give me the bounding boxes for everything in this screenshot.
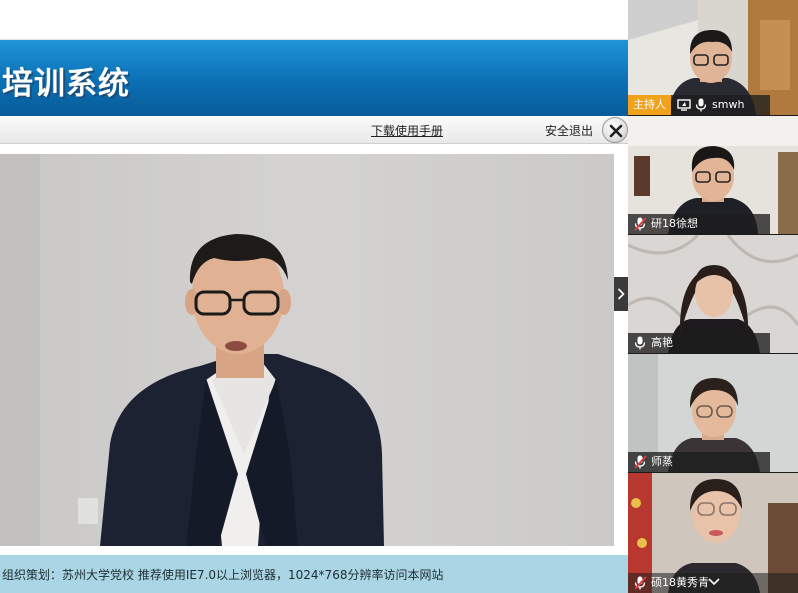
speaker-video-frame <box>0 154 614 546</box>
participant-namebar: 硕18黄秀青 <box>628 573 798 593</box>
main-video <box>0 154 614 546</box>
meeting-window: 培训系统 下载使用手册 安全退出 组织策划：苏州大学党校 推荐使用IE7.0以上… <box>0 0 798 593</box>
microphone-muted-icon <box>634 217 647 231</box>
chevron-right-icon <box>617 288 625 300</box>
participant-name: 硕18黄秀青 <box>651 576 709 589</box>
participant-name: 高艳 <box>651 336 673 349</box>
microphone-icon <box>695 98 707 112</box>
participant-namebar: 主持人 smwh <box>628 95 770 115</box>
participant-name: 研18徐想 <box>651 217 698 230</box>
microphone-muted-icon <box>634 455 647 469</box>
participant-tile[interactable]: 研18徐想 <box>628 116 798 234</box>
microphone-icon <box>634 336 646 350</box>
microphone-muted-icon <box>634 576 647 590</box>
participant-tile[interactable]: 主持人 smwh <box>628 0 798 115</box>
collapse-panel-toggle[interactable] <box>614 277 628 311</box>
browser-top-strip <box>0 0 628 40</box>
close-button[interactable] <box>602 117 628 143</box>
site-title: 培训系统 <box>2 66 130 102</box>
toolbar: 下载使用手册 安全退出 <box>0 116 628 144</box>
participant-tile[interactable]: 师蒸 <box>628 354 798 472</box>
participant-name: smwh <box>712 98 745 111</box>
footer-text: 组织策划：苏州大学党校 推荐使用IE7.0以上浏览器，1024*768分辨率访问… <box>2 568 444 582</box>
participant-tile[interactable]: 高艳 <box>628 235 798 353</box>
participant-namebar: 高艳 <box>628 333 770 353</box>
host-badge: 主持人 <box>628 95 671 115</box>
participants-panel: 主持人 smwh 研18徐想 高艳 师蒸 硕18黄秀青 <box>628 0 798 593</box>
participant-namebar: 师蒸 <box>628 452 770 472</box>
site-banner: 培训系统 <box>0 40 628 116</box>
logout-link[interactable]: 安全退出 <box>545 122 593 139</box>
close-icon <box>609 124 623 138</box>
participant-namebar: 研18徐想 <box>628 214 770 234</box>
screen-share-icon <box>677 99 691 111</box>
chevron-down-icon[interactable] <box>708 577 720 587</box>
participant-name: 师蒸 <box>651 455 673 468</box>
download-manual-link[interactable]: 下载使用手册 <box>371 122 443 139</box>
participant-tile[interactable]: 硕18黄秀青 <box>628 473 798 593</box>
page-footer: 组织策划：苏州大学党校 推荐使用IE7.0以上浏览器，1024*768分辨率访问… <box>0 555 628 593</box>
